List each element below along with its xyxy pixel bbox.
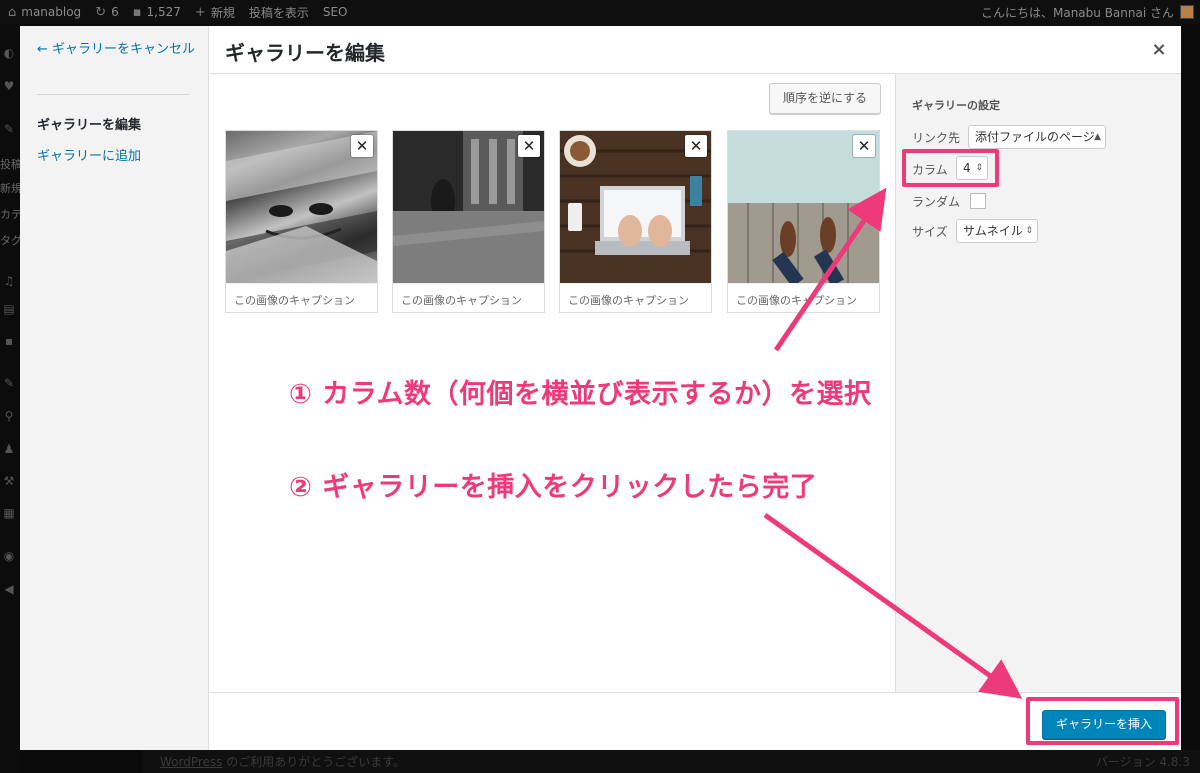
arrow-to-columns <box>773 187 887 352</box>
annotation-step-2: ② ギャラリーを挿入をクリックしたら完了 <box>289 472 818 503</box>
annotation-step-1: ① カラム数（何個を横並び表示するか）を選択 <box>289 379 872 410</box>
arrow-to-insert <box>763 512 1023 699</box>
